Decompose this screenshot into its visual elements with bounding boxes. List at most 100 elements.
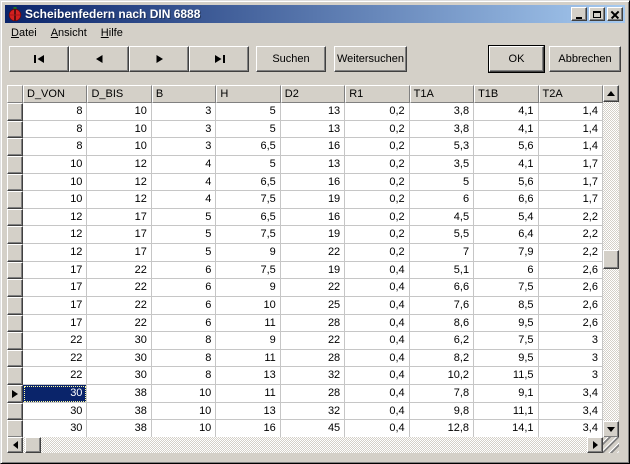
grid-cell[interactable]: 10 — [87, 121, 151, 139]
grid-cell[interactable]: 13 — [216, 367, 280, 385]
grid-cell[interactable]: 17 — [23, 279, 87, 297]
grid-cell[interactable]: 9 — [216, 332, 280, 350]
grid-cell[interactable]: 5 — [410, 174, 474, 192]
grid-cell[interactable]: 13 — [281, 103, 345, 121]
grid-cell[interactable]: 0,4 — [345, 315, 409, 333]
grid-cell[interactable]: 22 — [23, 350, 87, 368]
grid-cell[interactable]: 6 — [152, 315, 216, 333]
grid-cell[interactable]: 38 — [87, 385, 151, 403]
row-selector[interactable] — [7, 385, 23, 403]
grid-cell[interactable]: 5 — [216, 121, 280, 139]
grid-cell[interactable]: 12 — [23, 244, 87, 262]
grid-cell[interactable]: 16 — [281, 138, 345, 156]
grid-cell[interactable]: 38 — [87, 420, 151, 438]
row-selector[interactable] — [7, 226, 23, 244]
grid-cell[interactable]: 0,4 — [345, 367, 409, 385]
grid-cell[interactable]: 1,7 — [539, 156, 603, 174]
grid-cell[interactable]: 11 — [216, 315, 280, 333]
grid-cell[interactable]: 4,1 — [474, 121, 538, 139]
grid-cell[interactable]: 2,6 — [539, 279, 603, 297]
scroll-down-button[interactable] — [603, 421, 619, 438]
row-selector[interactable] — [7, 121, 23, 139]
grid-cell[interactable]: 12 — [87, 191, 151, 209]
grid-cell[interactable]: 3 — [152, 138, 216, 156]
grid-cell[interactable]: 10,2 — [410, 367, 474, 385]
grid-cell[interactable]: 17 — [87, 209, 151, 227]
row-selector[interactable] — [7, 315, 23, 333]
row-selector[interactable] — [7, 138, 23, 156]
row-selector[interactable] — [7, 209, 23, 227]
grid-cell[interactable]: 11 — [216, 350, 280, 368]
grid-cell[interactable]: 7 — [410, 244, 474, 262]
scroll-up-button[interactable] — [603, 85, 619, 102]
grid-cell[interactable]: 22 — [87, 262, 151, 280]
grid-cell[interactable]: 6 — [152, 262, 216, 280]
grid-cell[interactable]: 9 — [216, 279, 280, 297]
grid-cell[interactable]: 6,5 — [216, 209, 280, 227]
grid-cell[interactable]: 6,2 — [410, 332, 474, 350]
grid-cell[interactable]: 17 — [87, 244, 151, 262]
grid-cell[interactable]: 0,2 — [345, 191, 409, 209]
row-selector[interactable] — [7, 403, 23, 421]
ok-button[interactable]: OK — [489, 46, 544, 72]
grid-cell[interactable]: 9,1 — [474, 385, 538, 403]
next-record-button[interactable] — [129, 46, 189, 72]
grid-cell[interactable]: 17 — [23, 315, 87, 333]
grid-cell[interactable]: 30 — [23, 420, 87, 438]
grid-cell[interactable]: 0,2 — [345, 156, 409, 174]
grid-cell[interactable]: 22 — [87, 279, 151, 297]
column-header-t2a[interactable]: T2A — [539, 85, 603, 103]
cancel-button[interactable]: Abbrechen — [549, 46, 621, 72]
row-selector[interactable] — [7, 174, 23, 192]
grid-cell[interactable]: 3,4 — [539, 403, 603, 421]
grid-cell[interactable]: 5,5 — [410, 226, 474, 244]
grid-cell[interactable]: 8 — [152, 367, 216, 385]
grid-cell[interactable]: 19 — [281, 191, 345, 209]
menu-item-datei[interactable]: Datei — [5, 25, 43, 41]
grid-cell[interactable]: 32 — [281, 367, 345, 385]
grid-cell[interactable]: 5,6 — [474, 138, 538, 156]
grid-cell[interactable]: 0,4 — [345, 420, 409, 438]
grid-cell[interactable]: 7,8 — [410, 385, 474, 403]
prev-record-button[interactable] — [69, 46, 129, 72]
grid-cell[interactable]: 22 — [281, 244, 345, 262]
grid-cell[interactable]: 0,4 — [345, 297, 409, 315]
grid-cell[interactable]: 3,5 — [410, 156, 474, 174]
grid-cell[interactable]: 6,5 — [216, 138, 280, 156]
grid-cell[interactable]: 13 — [216, 403, 280, 421]
grid-cell[interactable]: 3 — [539, 350, 603, 368]
grid-cell[interactable]: 10 — [152, 403, 216, 421]
grid-cell[interactable]: 7,9 — [474, 244, 538, 262]
grid-cell[interactable]: 30 — [87, 367, 151, 385]
grid-cell[interactable]: 8 — [23, 138, 87, 156]
grid-cell[interactable]: 13 — [281, 156, 345, 174]
grid-cell[interactable]: 12 — [87, 156, 151, 174]
column-header-t1a[interactable]: T1A — [410, 85, 474, 103]
vertical-scroll-thumb[interactable] — [603, 250, 619, 269]
grid-cell[interactable]: 10 — [87, 103, 151, 121]
grid-cell[interactable]: 13 — [281, 121, 345, 139]
grid-cell[interactable]: 2,6 — [539, 315, 603, 333]
row-selector[interactable] — [7, 244, 23, 262]
grid-cell[interactable]: 2,6 — [539, 262, 603, 280]
grid-cell[interactable]: 4,1 — [474, 103, 538, 121]
grid-cell[interactable]: 0,4 — [345, 403, 409, 421]
scroll-left-button[interactable] — [7, 437, 23, 453]
grid-cell[interactable]: 11 — [216, 385, 280, 403]
column-header-b[interactable]: B — [152, 85, 216, 103]
grid-cell[interactable]: 45 — [281, 420, 345, 438]
grid-cell[interactable]: 0,2 — [345, 174, 409, 192]
seek-last-record-button[interactable] — [189, 46, 249, 72]
grid-cell[interactable]: 28 — [281, 350, 345, 368]
grid-cell[interactable]: 22 — [281, 332, 345, 350]
grid-cell[interactable]: 7,5 — [216, 226, 280, 244]
close-button[interactable] — [607, 7, 623, 21]
grid-cell[interactable]: 16 — [216, 420, 280, 438]
grid-cell[interactable]: 22 — [23, 367, 87, 385]
grid-cell[interactable]: 6 — [474, 262, 538, 280]
grid-cell[interactable]: 4 — [152, 174, 216, 192]
grid-cell[interactable]: 0,2 — [345, 244, 409, 262]
grid-cell[interactable]: 3 — [152, 121, 216, 139]
row-selector[interactable] — [7, 191, 23, 209]
grid-cell[interactable]: 1,4 — [539, 103, 603, 121]
